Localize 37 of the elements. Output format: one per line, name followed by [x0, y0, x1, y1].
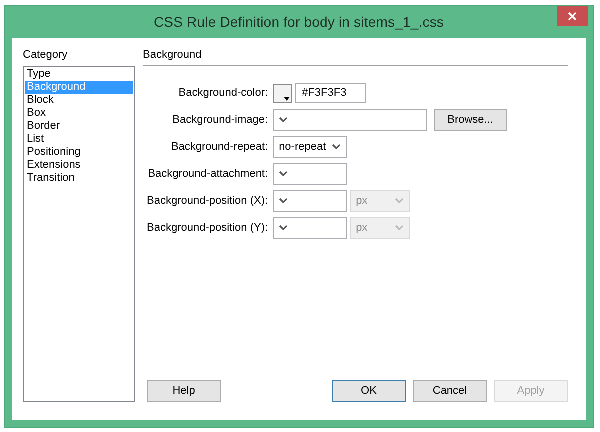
field-label: Background-position (Y):	[147, 222, 268, 234]
category-item[interactable]: Border	[25, 120, 133, 133]
close-button[interactable]	[557, 6, 588, 26]
dialog-button[interactable]: Help	[147, 380, 221, 402]
chevron-icon	[332, 144, 342, 150]
category-item[interactable]: Positioning	[25, 146, 133, 159]
dropdown[interactable]	[273, 109, 428, 131]
chevron-icon	[279, 198, 288, 204]
chevron-icon	[279, 225, 288, 231]
chevron-icon	[279, 171, 288, 177]
chevron-icon	[395, 198, 404, 204]
category-item[interactable]: Block	[25, 94, 133, 107]
field-label: Background-position (X):	[147, 195, 268, 207]
color-swatch[interactable]	[273, 84, 292, 102]
panel-title: Background	[143, 49, 202, 61]
dropdown[interactable]	[273, 217, 348, 239]
category-item[interactable]: Box	[25, 107, 133, 120]
field-label: Background-attachment:	[147, 168, 268, 180]
dropdown[interactable]: no-repeat	[273, 136, 348, 158]
category-item[interactable]: Extensions	[25, 159, 133, 172]
dialog-button[interactable]: OK	[332, 380, 406, 402]
category-label: Category	[23, 48, 69, 62]
field-label: Background-repeat:	[170, 141, 268, 153]
dropdown[interactable]	[273, 190, 348, 212]
window-title: CSS Rule Definition for body in sitems_1_.css	[154, 14, 444, 30]
category-item[interactable]: List	[25, 133, 133, 146]
close-icon	[568, 12, 577, 20]
field-label: Background-color:	[178, 87, 268, 99]
dropdown[interactable]	[273, 163, 348, 185]
category-item[interactable]: Type	[25, 68, 133, 81]
browse-button[interactable]: Browse...	[434, 109, 508, 131]
dialog-button[interactable]: Cancel	[413, 380, 487, 402]
field-label: Background-image:	[172, 114, 268, 126]
chevron-icon	[395, 225, 404, 231]
category-item[interactable]: Transition	[25, 172, 133, 185]
color-field[interactable]: #F3F3F3	[295, 83, 366, 103]
chevron-icon	[279, 117, 288, 123]
